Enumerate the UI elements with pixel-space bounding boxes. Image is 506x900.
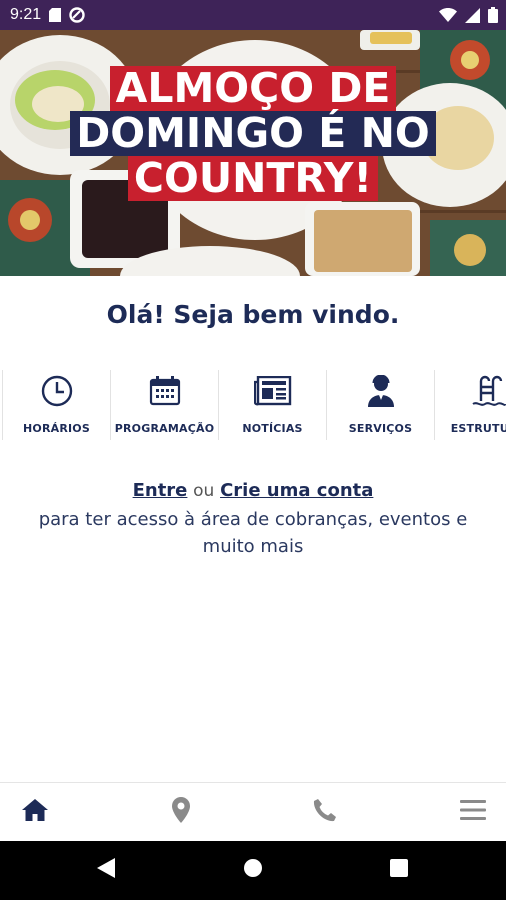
nav-menu-button[interactable] — [438, 783, 506, 841]
nav-home-button[interactable] — [0, 783, 70, 841]
connector-text: ou — [193, 481, 215, 501]
promo-headline: ALMOÇO DE DOMINGO É NO COUNTRY! — [0, 66, 506, 201]
phone-icon — [313, 798, 337, 827]
sd-card-icon — [49, 8, 62, 22]
login-prompt-description: para ter acesso à área de cobranças, eve… — [38, 509, 468, 557]
login-link[interactable]: Entre — [133, 480, 188, 501]
shortcut-label: NOTÍCIAS — [242, 422, 303, 435]
shortcut-noticias[interactable]: NOTÍCIAS — [218, 370, 326, 440]
system-navigation-bar — [0, 841, 506, 900]
status-time: 9:21 — [10, 6, 42, 23]
bottom-navigation — [0, 782, 506, 841]
welcome-title: Olá! Seja bem vindo. — [106, 300, 400, 329]
recents-icon — [390, 859, 408, 882]
data-saver-icon — [69, 7, 85, 23]
home-icon — [21, 798, 49, 827]
calendar-icon — [149, 372, 181, 410]
shortcut-label: ESTRUTURA — [450, 422, 506, 435]
login-prompt: Entre ou Crie uma conta para ter acesso … — [0, 478, 506, 560]
shortcut-label: HORÁRIOS — [23, 422, 90, 435]
battery-icon — [488, 7, 498, 23]
newspaper-icon — [253, 372, 292, 410]
shortcut-horarios[interactable]: HORÁRIOS — [2, 370, 110, 440]
app-screen: 9:21 ALMOÇO DE DOMINGO É NO COUNTRY! Olá… — [0, 0, 506, 900]
wifi-icon — [439, 8, 457, 22]
login-prompt-links: Entre ou Crie uma conta — [0, 478, 506, 504]
location-pin-icon — [172, 796, 190, 828]
shortcut-label: PROGRAMAÇÃO — [114, 422, 215, 435]
status-bar: 9:21 — [0, 0, 506, 30]
pool-ladder-icon — [471, 372, 506, 410]
shortcut-programacao[interactable]: PROGRAMAÇÃO — [110, 370, 218, 440]
headline-line-3: COUNTRY! — [127, 156, 379, 201]
back-icon — [97, 858, 115, 883]
system-back-button[interactable] — [76, 841, 136, 900]
nav-phone-button[interactable] — [290, 783, 360, 841]
shortcut-label: SERVIÇOS — [348, 422, 413, 435]
clock-icon — [40, 372, 74, 410]
shortcut-estrutura[interactable]: ESTRUTURA — [434, 370, 506, 440]
system-home-button[interactable] — [223, 841, 283, 900]
headline-line-1: ALMOÇO DE — [109, 66, 397, 111]
promo-banner[interactable]: ALMOÇO DE DOMINGO É NO COUNTRY! — [0, 30, 506, 276]
signup-link[interactable]: Crie uma conta — [220, 480, 373, 501]
signal-icon — [465, 7, 480, 23]
system-recents-button[interactable] — [369, 841, 429, 900]
nav-location-button[interactable] — [146, 783, 216, 841]
home-circle-icon — [243, 858, 263, 883]
shortcut-servicos[interactable]: SERVIÇOS — [326, 370, 434, 440]
attendant-icon — [366, 372, 396, 410]
headline-line-2: DOMINGO É NO — [70, 111, 436, 156]
menu-icon — [460, 799, 486, 826]
shortcut-row[interactable]: HORÁRIOS PROGRAMAÇÃO NOTÍCIAS SERVIÇOS E… — [0, 370, 506, 440]
